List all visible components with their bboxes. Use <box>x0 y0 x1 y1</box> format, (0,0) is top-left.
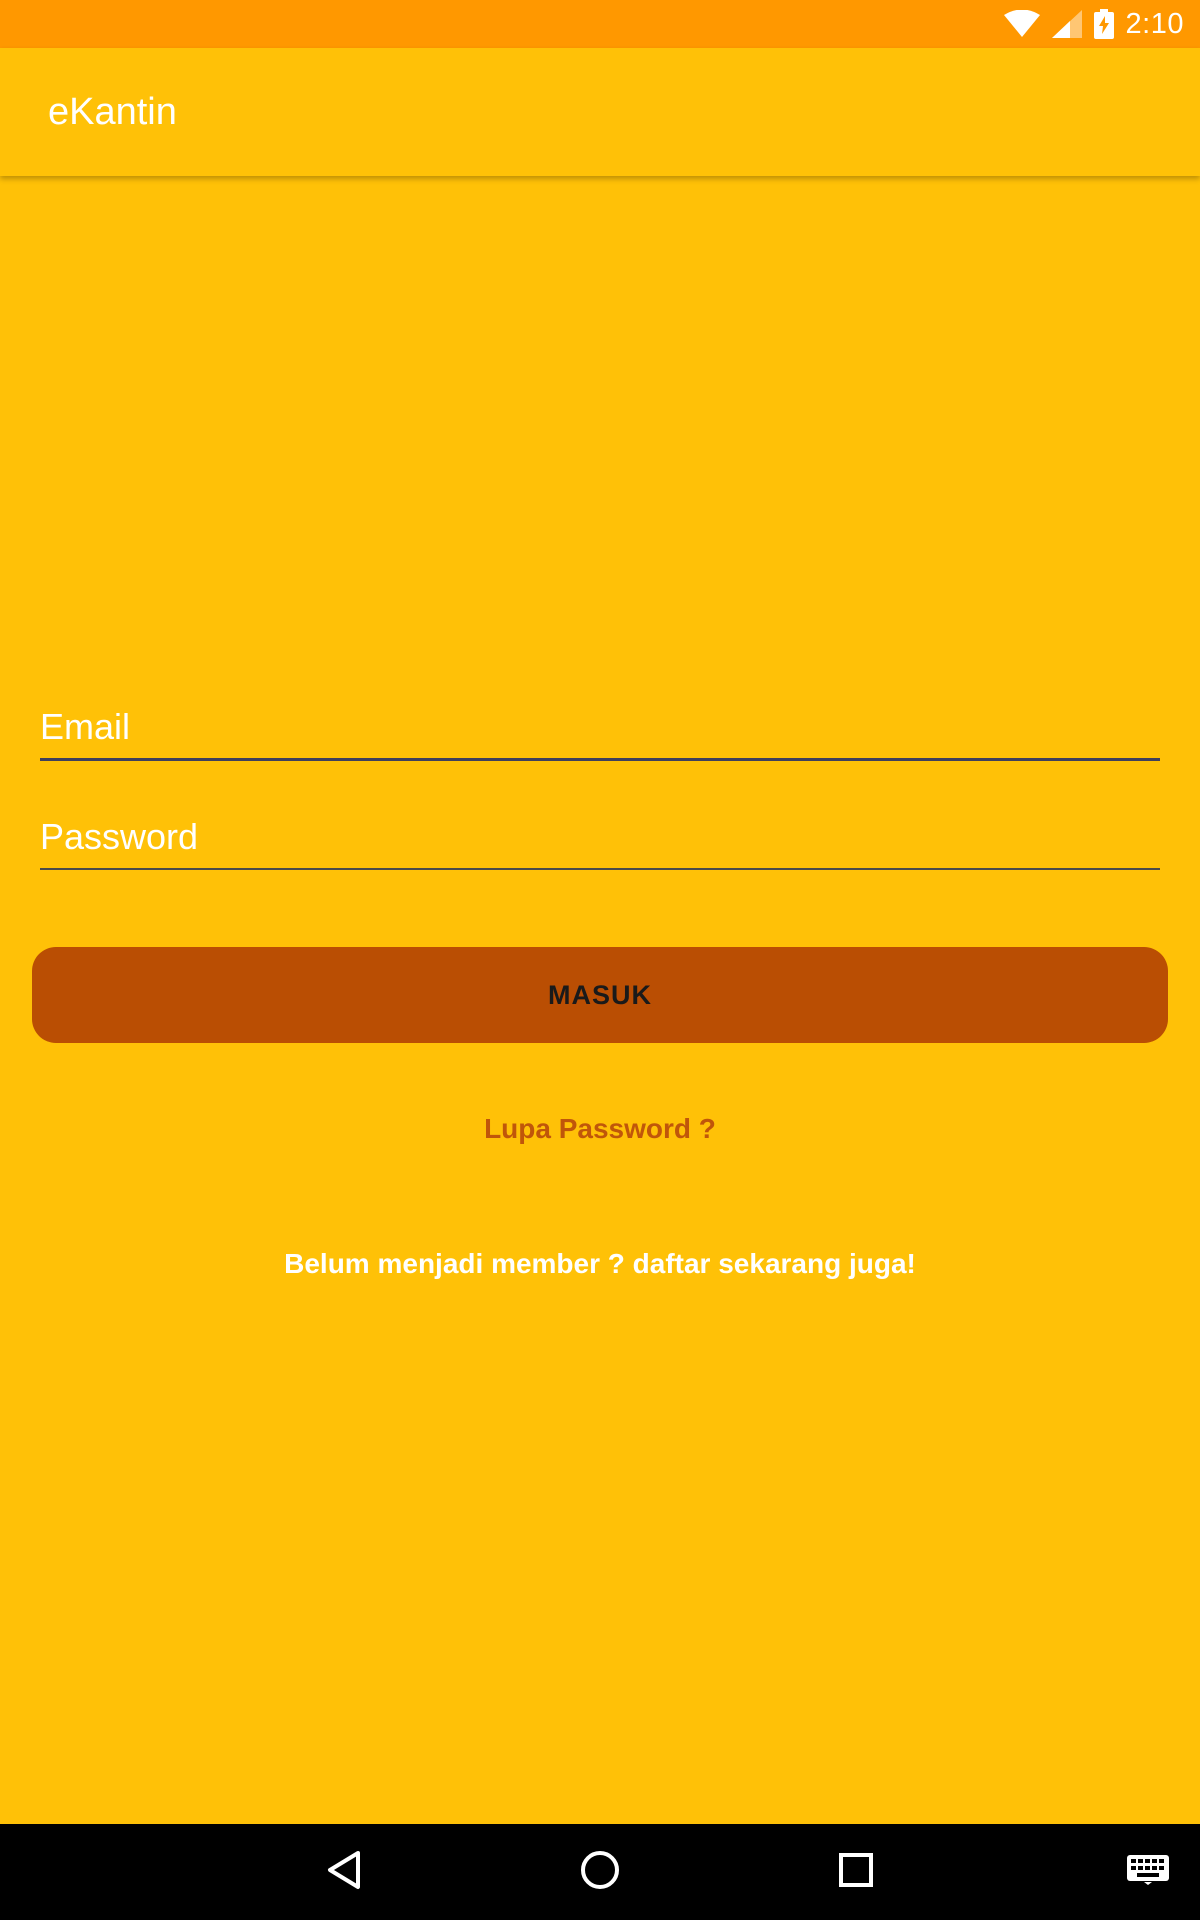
back-icon <box>326 1850 362 1895</box>
password-underline <box>40 868 1160 870</box>
email-input[interactable] <box>40 706 1160 758</box>
home-button[interactable] <box>570 1846 630 1898</box>
back-button[interactable] <box>314 1846 374 1898</box>
cellular-signal-icon <box>1051 10 1082 38</box>
wifi-icon <box>1003 10 1040 38</box>
status-time: 2:10 <box>1125 7 1184 40</box>
password-input[interactable] <box>40 816 1160 868</box>
navigation-bar <box>0 1824 1200 1920</box>
recents-icon <box>838 1852 874 1893</box>
battery-charging-icon <box>1093 9 1114 39</box>
status-bar: 2:10 <box>0 0 1200 48</box>
password-field-container <box>40 816 1160 870</box>
login-button[interactable]: MASUK <box>32 947 1168 1043</box>
keyboard-button[interactable] <box>1120 1846 1176 1898</box>
forgot-password-link[interactable]: Lupa Password ? <box>0 1113 1200 1145</box>
keyboard-icon <box>1127 1854 1169 1890</box>
app-title: eKantin <box>48 91 177 133</box>
email-underline <box>40 758 1160 761</box>
register-link[interactable]: Belum menjadi member ? daftar sekarang j… <box>0 1248 1200 1280</box>
app-bar: eKantin <box>0 48 1200 176</box>
home-icon <box>579 1849 621 1896</box>
email-field-container <box>40 706 1160 761</box>
recents-button[interactable] <box>826 1846 886 1898</box>
